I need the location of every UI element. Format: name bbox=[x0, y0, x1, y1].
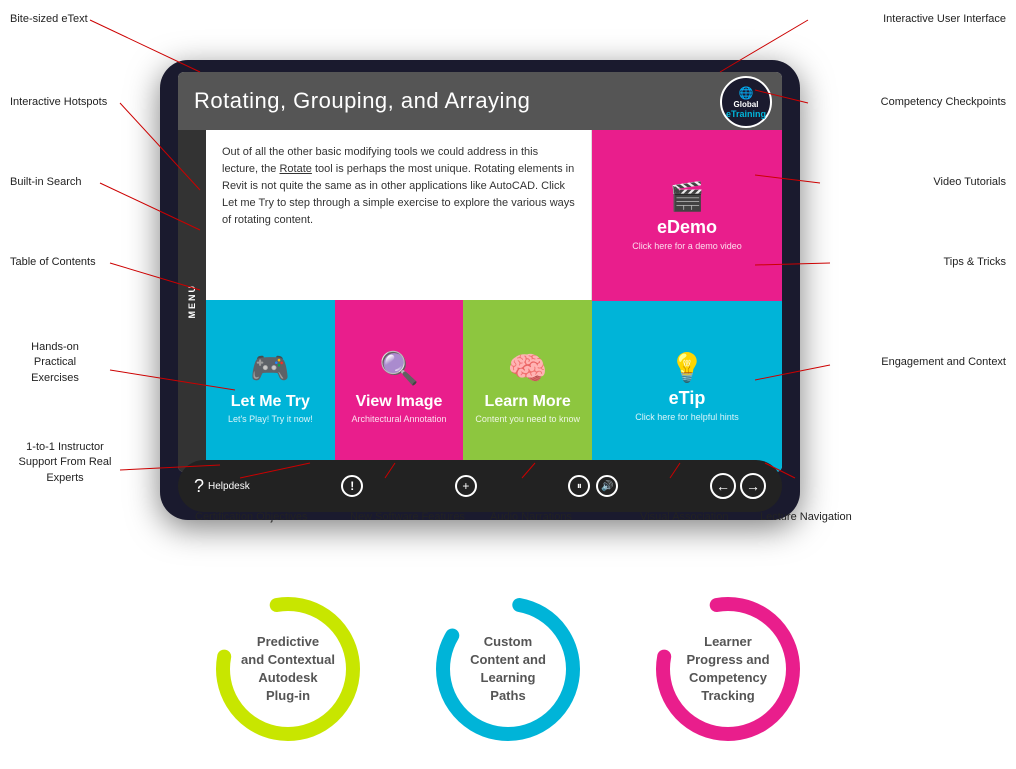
tile-etip[interactable]: 💡 eTip Click here for helpful hints bbox=[592, 301, 782, 472]
logo-text2: eTraining bbox=[726, 109, 766, 119]
label-lecture-navigation: Lecture Navigation bbox=[760, 510, 852, 525]
edemo-subtitle: Click here for a demo video bbox=[632, 241, 742, 251]
nav-prev-button[interactable]: ← bbox=[710, 473, 736, 499]
question-icon: ? bbox=[194, 476, 204, 497]
label-hands-on: Hands-on Practical Exercises bbox=[10, 340, 100, 386]
rotate-link[interactable]: Rotate bbox=[279, 163, 311, 175]
label-certification: Certification Objectives bbox=[195, 510, 308, 525]
tile-let-me-try-title: Let Me Try bbox=[231, 393, 310, 411]
content-left: Out of all the other basic modifying too… bbox=[206, 130, 592, 472]
etip-title: eTip bbox=[669, 388, 706, 409]
logo-text1: Global bbox=[734, 100, 759, 109]
audio-icon[interactable]: 🔊 bbox=[596, 475, 618, 497]
search-icon: 🔍 bbox=[379, 349, 419, 387]
label-competency: Competency Checkpoints bbox=[881, 95, 1006, 110]
screen-title: Rotating, Grouping, and Arraying bbox=[194, 88, 766, 114]
circle-predictive: Predictiveand ContextualAutodeskPlug-in bbox=[208, 589, 368, 749]
device-outer: Rotating, Grouping, and Arraying 🌐 Globa… bbox=[160, 60, 800, 520]
label-visual-association: Visual Association bbox=[640, 510, 728, 525]
edemo-title: eDemo bbox=[657, 217, 717, 238]
label-interactive-hotspots: Interactive Hotspots bbox=[10, 95, 107, 110]
screen-content: MENU Out of all the other basic modifyin… bbox=[178, 130, 782, 472]
menu-sidebar[interactable]: MENU bbox=[178, 130, 206, 472]
device-container: Rotating, Grouping, and Arraying 🌐 Globa… bbox=[160, 60, 800, 520]
label-bite-sized: Bite-sized eText bbox=[10, 12, 88, 27]
label-table-of-contents: Table of Contents bbox=[10, 255, 96, 270]
circles-section: Predictiveand ContextualAutodeskPlug-in … bbox=[128, 589, 888, 749]
tile-view-image-subtitle: Architectural Annotation bbox=[351, 414, 446, 424]
label-interactive-ui: Interactive User Interface bbox=[883, 12, 1006, 27]
globe-icon: 🌐 bbox=[739, 86, 754, 100]
content-right: 🎬 eDemo Click here for a demo video 💡 eT… bbox=[592, 130, 782, 472]
gamepad-icon: 🎮 bbox=[250, 349, 290, 387]
circle-learner-text: LearnerProgress andCompetencyTracking bbox=[676, 633, 779, 706]
tile-learn-more-title: Learn More bbox=[485, 393, 571, 411]
nav-next-button[interactable]: → bbox=[740, 473, 766, 499]
brain-icon: 🧠 bbox=[508, 349, 548, 387]
nav-controls: ← → bbox=[710, 473, 766, 499]
tile-let-me-try[interactable]: 🎮 Let Me Try Let's Play! Try it now! bbox=[206, 300, 335, 472]
new-features-icon[interactable]: + bbox=[455, 475, 477, 497]
label-audio-narrations: Audio Narrations bbox=[490, 510, 572, 525]
label-new-software: New Software Features bbox=[350, 510, 465, 525]
bottom-bar: ? Helpdesk ! + ⏸ 🔊 ← → bbox=[178, 460, 782, 512]
device-screen: Rotating, Grouping, and Arraying 🌐 Globa… bbox=[178, 72, 782, 472]
circle-learner: LearnerProgress andCompetencyTracking bbox=[648, 589, 808, 749]
tile-edemo[interactable]: 🎬 eDemo Click here for a demo video bbox=[592, 130, 782, 301]
audio-controls: ⏸ 🔊 bbox=[568, 475, 618, 497]
tile-view-image[interactable]: 🔍 View Image Architectural Annotation bbox=[335, 300, 464, 472]
etip-subtitle: Click here for helpful hints bbox=[635, 412, 739, 422]
helpdesk-label: Helpdesk bbox=[208, 481, 250, 492]
film-icon: 🎬 bbox=[670, 180, 705, 213]
label-video-tutorials: Video Tutorials bbox=[933, 175, 1006, 190]
label-builtin-search: Built-in Search bbox=[10, 175, 82, 190]
tile-view-image-title: View Image bbox=[356, 393, 443, 411]
logo-badge: 🌐 Global eTraining bbox=[720, 76, 772, 128]
helpdesk-item[interactable]: ? Helpdesk bbox=[194, 476, 250, 497]
label-engagement: Engagement and Context bbox=[881, 355, 1006, 370]
cert-objectives-icon[interactable]: ! bbox=[341, 475, 363, 497]
screen-header: Rotating, Grouping, and Arraying 🌐 Globa… bbox=[178, 72, 782, 130]
bulb-icon: 💡 bbox=[670, 351, 705, 384]
label-one-to-one: 1-to-1 Instructor Support From Real Expe… bbox=[10, 440, 120, 486]
menu-label: MENU bbox=[187, 284, 197, 319]
tile-let-me-try-subtitle: Let's Play! Try it now! bbox=[228, 414, 313, 424]
circle-custom-text: CustomContent andLearningPaths bbox=[460, 633, 556, 706]
circle-custom: CustomContent andLearningPaths bbox=[428, 589, 588, 749]
pause-icon[interactable]: ⏸ bbox=[568, 475, 590, 497]
text-area: Out of all the other basic modifying too… bbox=[206, 130, 592, 300]
circle-predictive-text: Predictiveand ContextualAutodeskPlug-in bbox=[231, 633, 345, 706]
tile-learn-more[interactable]: 🧠 Learn More Content you need to know bbox=[463, 300, 592, 472]
tiles-row: 🎮 Let Me Try Let's Play! Try it now! 🔍 V… bbox=[206, 300, 592, 472]
tile-learn-more-subtitle: Content you need to know bbox=[475, 414, 580, 424]
label-tips-tricks: Tips & Tricks bbox=[943, 255, 1006, 270]
